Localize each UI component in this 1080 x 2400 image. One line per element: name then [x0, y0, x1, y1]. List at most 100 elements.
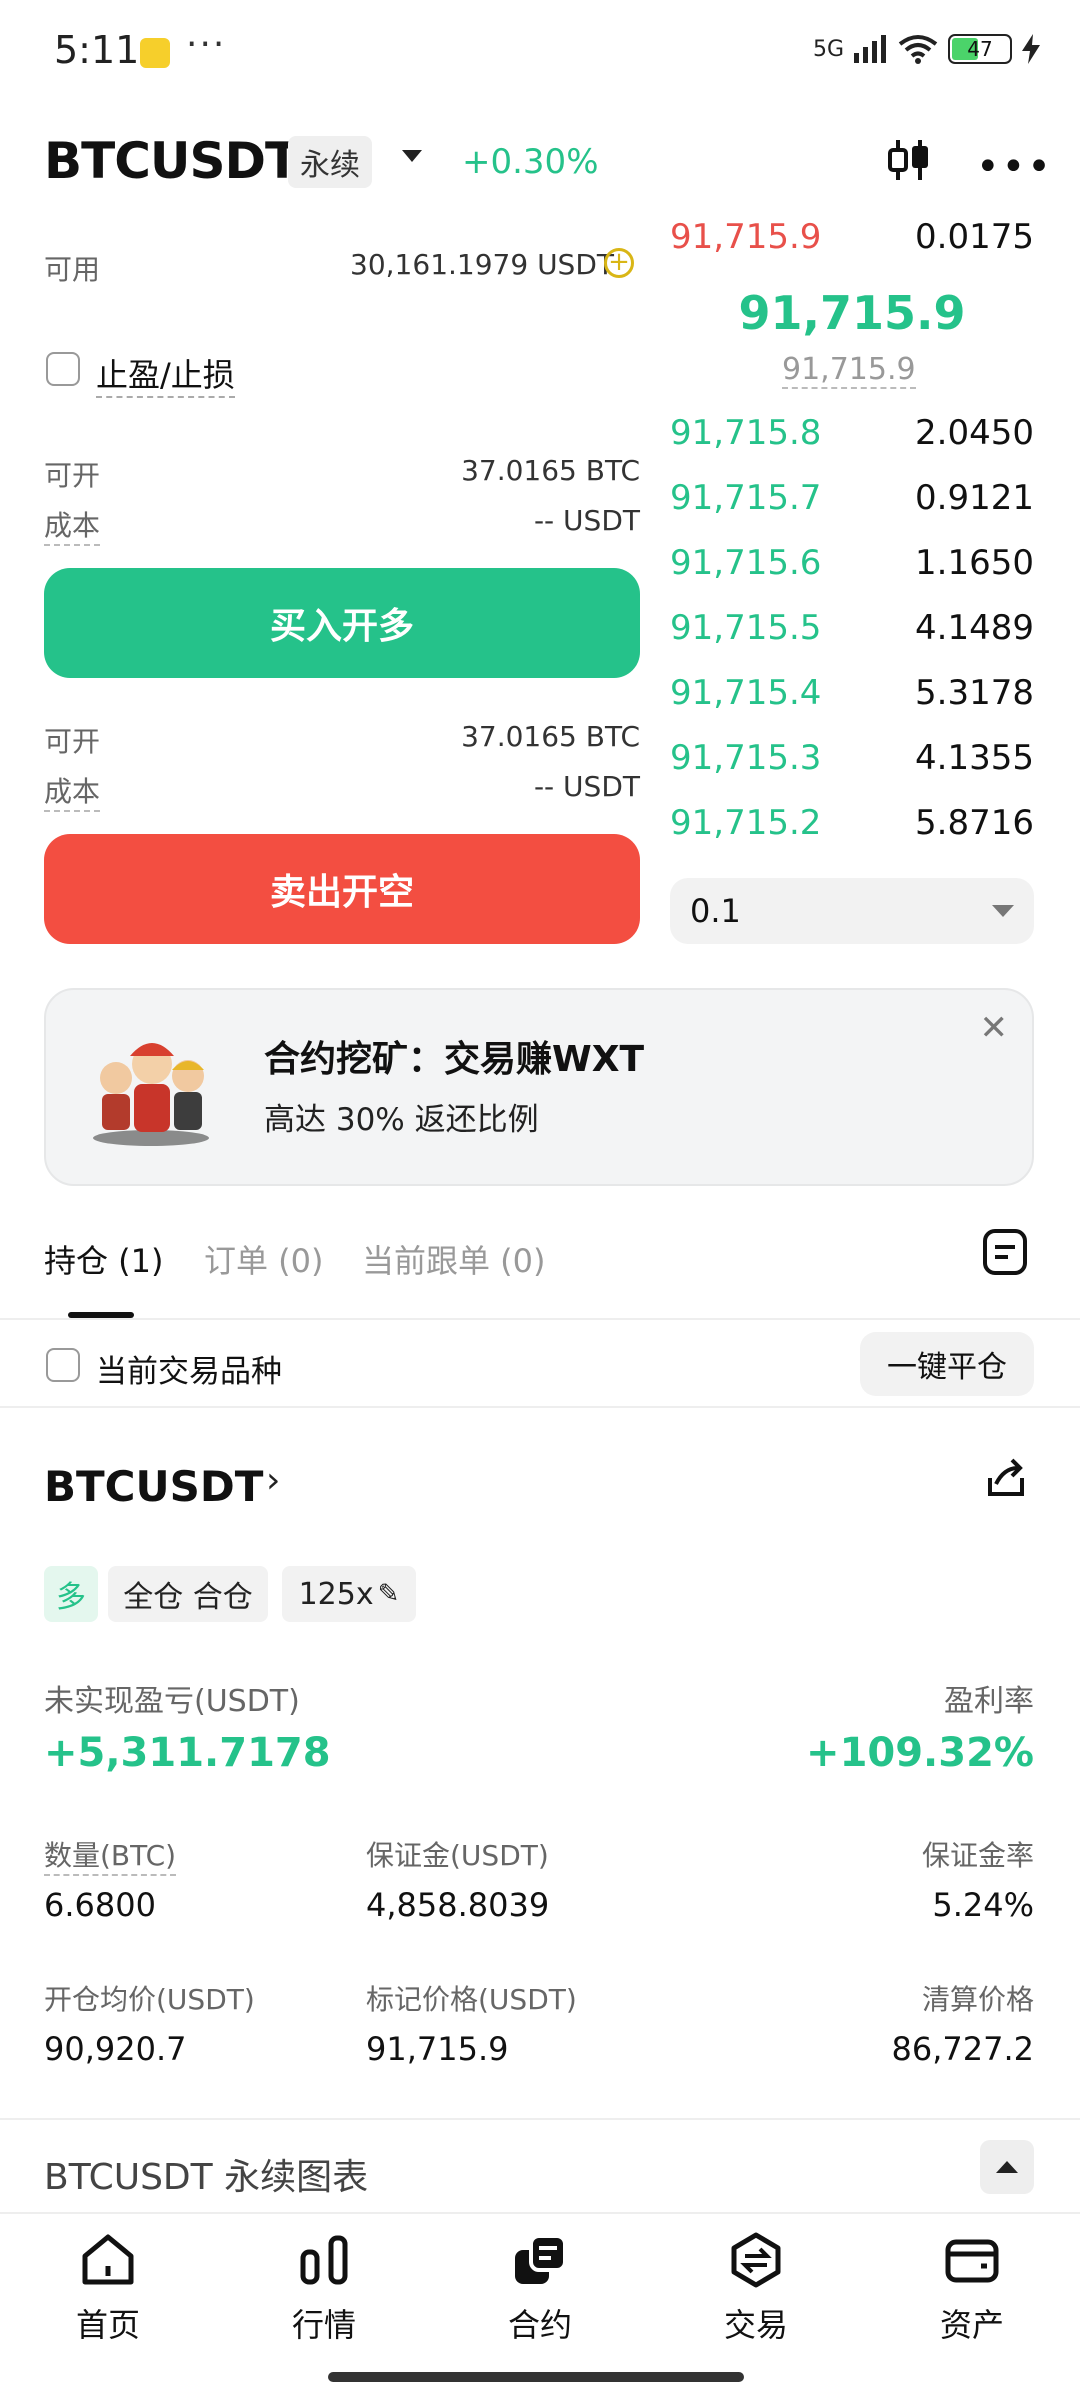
roi-label: 盈利率	[944, 1684, 1034, 1719]
bid-row[interactable]: 91,715.6 1.1650	[670, 536, 1034, 590]
qty-value: 6.6800	[44, 1886, 156, 1924]
nav-assets-label: 资产	[939, 2306, 1004, 2344]
bid-price: 91,715.4	[670, 673, 822, 713]
side-badge: 多	[44, 1566, 98, 1622]
available-label: 可用	[44, 253, 101, 286]
home-indicator	[328, 2372, 744, 2382]
bid-amount: 1.1650	[915, 543, 1034, 583]
banner-title: 合约挖矿：交易赚WXT	[264, 1039, 645, 1080]
trade-icon	[731, 2232, 781, 2288]
bid-price: 91,715.3	[670, 738, 822, 778]
mining-characters-illustration	[93, 1043, 209, 1146]
bid-row[interactable]: 91,715.2 5.8716	[670, 796, 1034, 850]
tpsl-checkbox[interactable]	[46, 352, 80, 386]
chevron-down-icon	[992, 905, 1014, 917]
more-icon[interactable]: •••	[976, 144, 1053, 190]
chart-section-label[interactable]: BTCUSDT 永续图表	[44, 2148, 368, 2200]
bid-amount: 4.1355	[915, 738, 1034, 778]
pnl-label: 未实现盈亏(USDT)	[44, 1684, 300, 1719]
bid-row[interactable]: 91,715.7 0.9121	[670, 471, 1034, 525]
bid-price: 91,715.6	[670, 543, 822, 583]
nav-home-label: 首页	[75, 2306, 140, 2344]
bid-price: 91,715.7	[670, 478, 822, 518]
share-icon[interactable]	[984, 1456, 1028, 1500]
bid-row[interactable]: 91,715.3 4.1355	[670, 731, 1034, 785]
status-right-group: 5G 47	[813, 34, 1040, 64]
network-type: 5G	[812, 36, 844, 62]
long-cost-label: 成本	[44, 504, 101, 546]
tab-positions[interactable]: 持仓 (1)	[44, 1236, 164, 1282]
current-symbol-checkbox[interactable]	[46, 1348, 80, 1382]
tpsl-label[interactable]: 止盈/止损	[96, 350, 235, 398]
long-can-open-value: 37.0165 BTC	[461, 454, 640, 487]
signal-icon	[854, 35, 886, 63]
battery-level: 47	[967, 37, 993, 61]
home-icon	[82, 2234, 134, 2285]
margin-ratio-label: 保证金率	[921, 1839, 1034, 1872]
transfer-add-icon[interactable]: +	[604, 248, 634, 278]
close-all-button[interactable]: 一键平仓	[860, 1332, 1034, 1396]
nav-trade-label: 交易	[723, 2306, 788, 2344]
position-symbol[interactable]: BTCUSDT	[44, 1462, 263, 1511]
pair-title[interactable]: BTCUSDT	[44, 132, 299, 190]
short-can-open-value: 37.0165 BTC	[461, 720, 640, 753]
liq-price-value: 86,727.2	[891, 2030, 1035, 2068]
chevron-right-icon[interactable]: ›	[266, 1460, 280, 1501]
bid-amount: 5.8716	[915, 803, 1034, 843]
short-can-open-label: 可开	[44, 725, 101, 758]
leverage-value: 125x	[298, 1576, 374, 1612]
position-tabs: 持仓 (1) 订单 (0) 当前跟单 (0)	[0, 1220, 1080, 1320]
filter-divider	[0, 1406, 1080, 1408]
precision-select[interactable]: 0.1	[670, 878, 1034, 944]
nav-trade[interactable]: 交易	[686, 2232, 826, 2346]
banner-subtitle: 高达 30% 返还比例	[264, 1102, 539, 1138]
promo-banner[interactable]: 合约挖矿：交易赚WXT 高达 30% 返还比例 ✕	[44, 988, 1034, 1186]
precision-value: 0.1	[690, 892, 741, 930]
tabs-divider	[0, 1318, 1080, 1320]
chevron-up-icon	[996, 2161, 1018, 2173]
sell-short-button[interactable]: 卖出开空	[44, 834, 640, 944]
tab-orders[interactable]: 订单 (0)	[204, 1236, 324, 1282]
status-bar: 5:11 ··· 5G 47	[0, 0, 1080, 110]
bid-amount: 5.3178	[915, 673, 1034, 713]
chart-expand-button[interactable]	[980, 2140, 1034, 2194]
status-time: 5:11	[54, 28, 140, 72]
bid-row[interactable]: 91,715.4 5.3178	[670, 666, 1034, 720]
tab-copy-orders[interactable]: 当前跟单 (0)	[362, 1236, 546, 1282]
entry-price-value: 90,920.7	[44, 2030, 187, 2068]
status-more-dots: ···	[186, 24, 227, 65]
pair-dropdown-icon[interactable]	[402, 150, 422, 162]
leverage-badge[interactable]: 125x ✎	[282, 1566, 416, 1622]
short-cost-value: -- USDT	[533, 770, 640, 803]
wallet-icon	[945, 2239, 999, 2283]
bid-row[interactable]: 91,715.5 4.1489	[670, 601, 1034, 655]
contract-type-badge: 永续	[288, 136, 372, 188]
battery-icon: 47	[948, 34, 1012, 64]
price-change: +0.30%	[462, 142, 599, 182]
roi-value: +109.32%	[806, 1730, 1034, 1776]
nav-market-label: 行情	[291, 2306, 356, 2344]
app-notification-icon	[140, 38, 170, 68]
nav-market[interactable]: 行情	[254, 2232, 394, 2346]
last-price: 91,715.9	[738, 286, 966, 340]
margin-label: 保证金(USDT)	[366, 1839, 549, 1872]
contract-header: BTCUSDT 永续 +0.30% •••	[0, 120, 1080, 206]
buy-long-button[interactable]: 买入开多	[44, 568, 640, 678]
candlestick-icon[interactable]	[884, 136, 932, 184]
entry-price-label: 开仓均价(USDT)	[44, 1983, 255, 2016]
nav-home[interactable]: 首页	[38, 2232, 178, 2346]
long-cost-value: -- USDT	[533, 504, 640, 537]
bid-row[interactable]: 91,715.8 2.0450	[670, 406, 1034, 460]
margin-mode-badge: 全仓 合仓	[108, 1566, 268, 1622]
long-can-open-label: 可开	[44, 459, 101, 492]
short-cost-label: 成本	[44, 770, 101, 812]
order-history-icon[interactable]	[982, 1228, 1028, 1276]
ask-row[interactable]: 91,715.9 0.0175	[670, 210, 1034, 264]
wifi-icon	[898, 35, 938, 64]
futures-icon	[515, 2234, 567, 2284]
nav-futures-label: 合约	[507, 2306, 572, 2344]
nav-assets[interactable]: 资产	[902, 2232, 1042, 2346]
close-icon[interactable]: ✕	[980, 1008, 1009, 1048]
ask-price: 91,715.9	[670, 217, 822, 257]
nav-futures[interactable]: 合约	[470, 2232, 610, 2346]
